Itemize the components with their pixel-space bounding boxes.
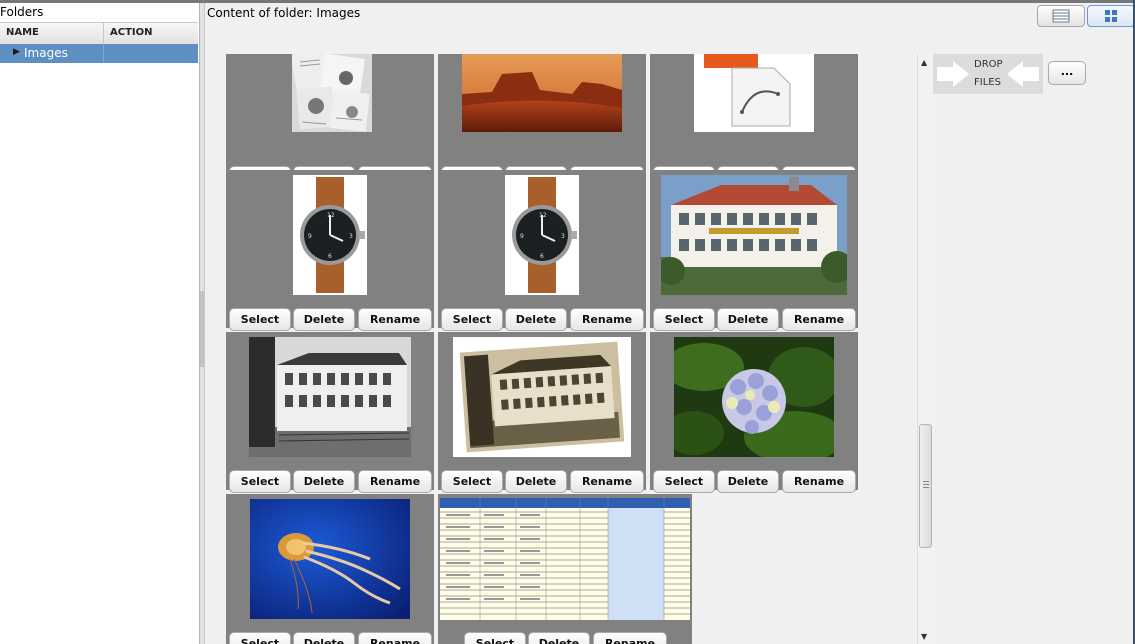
expand-arrow-icon[interactable]: ▶ bbox=[13, 47, 20, 57]
image-tile[interactable]: Select Delete Rename bbox=[650, 332, 858, 493]
image-tile[interactable]: Select Delete Rename bbox=[226, 494, 434, 644]
rename-button[interactable]: Rename bbox=[570, 308, 644, 331]
hydrangea-flower-thumbnail[interactable] bbox=[674, 337, 834, 457]
rename-button[interactable]: Rename bbox=[593, 632, 667, 644]
grid-view-icon bbox=[1105, 10, 1117, 22]
delete-button[interactable]: Delete bbox=[293, 308, 355, 331]
drop-label-line2: FILES bbox=[974, 77, 1001, 88]
delete-button[interactable]: Delete bbox=[505, 470, 567, 493]
column-header-action[interactable]: ACTION bbox=[110, 27, 153, 38]
select-button[interactable]: Select bbox=[229, 632, 291, 644]
column-header-name[interactable]: NAME bbox=[6, 27, 39, 38]
image-tile[interactable]: Select Delete Rename bbox=[226, 332, 434, 493]
splitter-grip[interactable] bbox=[200, 291, 204, 367]
image-tile[interactable]: Select Delete Rename bbox=[438, 494, 692, 644]
spreadsheet-thumbnail[interactable] bbox=[440, 498, 690, 620]
image-tile[interactable]: Select Delete Rename bbox=[226, 54, 434, 189]
factory-building-bw-thumbnail[interactable] bbox=[249, 337, 411, 457]
factory-building-color-thumbnail[interactable] bbox=[661, 175, 847, 295]
delete-button[interactable]: Delete bbox=[528, 632, 590, 644]
svg-text:12: 12 bbox=[539, 212, 547, 219]
rename-button[interactable]: Rename bbox=[570, 470, 644, 493]
svg-text:6: 6 bbox=[328, 253, 332, 260]
delete-button[interactable]: Delete bbox=[293, 470, 355, 493]
drop-label-line1: DROP bbox=[974, 59, 1003, 70]
scrollbar-thumb[interactable] bbox=[919, 424, 932, 548]
watch-collage-thumbnail[interactable] bbox=[292, 54, 372, 132]
select-button[interactable]: Select bbox=[441, 470, 503, 493]
row-column-divider bbox=[103, 44, 104, 63]
list-view-button[interactable] bbox=[1037, 5, 1085, 27]
scroll-down-arrow-icon[interactable]: ▼ bbox=[921, 632, 927, 641]
select-button[interactable]: Select bbox=[229, 470, 291, 493]
watch-thumbnail[interactable]: 12 3 6 9 bbox=[293, 175, 367, 295]
folder-name: Images bbox=[24, 46, 68, 60]
rename-button[interactable]: Rename bbox=[358, 470, 432, 493]
drop-files-zone[interactable]: DROP FILES bbox=[933, 54, 1043, 94]
image-tile[interactable]: Select Delete Rename bbox=[650, 54, 858, 189]
svg-text:9: 9 bbox=[308, 233, 312, 240]
factory-building-sepia-thumbnail[interactable] bbox=[453, 337, 631, 457]
svg-text:12: 12 bbox=[327, 212, 335, 219]
rename-button[interactable]: Rename bbox=[358, 308, 432, 331]
folders-table-header: NAME ACTION bbox=[0, 22, 198, 45]
column-divider bbox=[103, 23, 104, 44]
folders-panel: Folders NAME ACTION ▶ Images bbox=[0, 3, 199, 644]
content-title: Content of folder: Images bbox=[207, 6, 361, 20]
select-button[interactable]: Select bbox=[464, 632, 526, 644]
select-button[interactable]: Select bbox=[653, 308, 715, 331]
delete-button[interactable]: Delete bbox=[505, 308, 567, 331]
image-grid: Select Delete Rename Select Delete Renam… bbox=[222, 54, 862, 644]
image-tile[interactable]: Select Delete Rename bbox=[438, 332, 646, 493]
image-tile[interactable]: 12 3 6 9 Select Delete Rename bbox=[226, 170, 434, 331]
image-tile[interactable]: Select Delete Rename bbox=[438, 54, 646, 189]
browse-files-button[interactable]: ... bbox=[1048, 61, 1086, 85]
rename-button[interactable]: Rename bbox=[782, 470, 856, 493]
image-tile[interactable]: 12 3 6 9 Select Delete Rename bbox=[438, 170, 646, 331]
grid-view-button[interactable] bbox=[1087, 5, 1135, 27]
select-button[interactable]: Select bbox=[653, 470, 715, 493]
svg-text:9: 9 bbox=[520, 233, 524, 240]
delete-button[interactable]: Delete bbox=[717, 308, 779, 331]
select-button[interactable]: Select bbox=[441, 308, 503, 331]
vertical-scrollbar[interactable]: ▲ ▼ bbox=[917, 54, 934, 644]
desert-butte-thumbnail[interactable] bbox=[462, 54, 622, 132]
delete-button[interactable]: Delete bbox=[293, 632, 355, 644]
image-tile[interactable]: Select Delete Rename bbox=[650, 170, 858, 331]
scrollbar-grip bbox=[923, 481, 929, 489]
rename-button[interactable]: Rename bbox=[358, 632, 432, 644]
folder-row-images[interactable]: ▶ Images bbox=[0, 44, 198, 63]
list-view-icon bbox=[1052, 9, 1070, 23]
scroll-up-arrow-icon[interactable]: ▲ bbox=[921, 58, 927, 67]
select-button[interactable]: Select bbox=[229, 308, 291, 331]
jellyfish-thumbnail[interactable] bbox=[250, 499, 410, 619]
folders-title: Folders bbox=[0, 5, 44, 19]
eps-file-icon-thumbnail[interactable] bbox=[694, 54, 814, 132]
delete-button[interactable]: Delete bbox=[717, 470, 779, 493]
svg-text:6: 6 bbox=[540, 253, 544, 260]
panel-splitter[interactable] bbox=[199, 3, 205, 644]
svg-text:3: 3 bbox=[349, 233, 353, 240]
rename-button[interactable]: Rename bbox=[782, 308, 856, 331]
watch-thumbnail[interactable]: 12 3 6 9 bbox=[505, 175, 579, 295]
svg-text:3: 3 bbox=[561, 233, 565, 240]
